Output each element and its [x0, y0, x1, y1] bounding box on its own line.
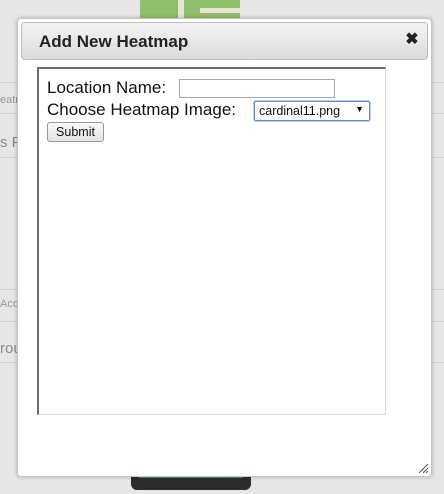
dialog-content-frame: Location Name: Choose Heatmap Image: car… [37, 67, 386, 415]
submit-button[interactable]: Submit [47, 122, 104, 142]
close-icon[interactable]: ✖ [405, 32, 419, 48]
heatmap-image-select[interactable]: cardinal11.png ▼ [254, 101, 370, 121]
resize-grip-icon[interactable] [418, 463, 429, 474]
dialog-header[interactable]: Add New Heatmap ✖ [21, 22, 428, 60]
background-text: Acc [0, 298, 19, 310]
location-name-label: Location Name: [47, 78, 167, 97]
dialog-title: Add New Heatmap [39, 32, 189, 51]
dropdown-arrow-icon: ▼ [355, 104, 364, 114]
add-heatmap-dialog: Add New Heatmap ✖ Location Name: Choose … [17, 18, 432, 477]
selected-image-value: cardinal11.png [259, 104, 341, 118]
heatmap-image-label: Choose Heatmap Image: [47, 100, 236, 119]
location-name-input[interactable] [179, 79, 335, 98]
